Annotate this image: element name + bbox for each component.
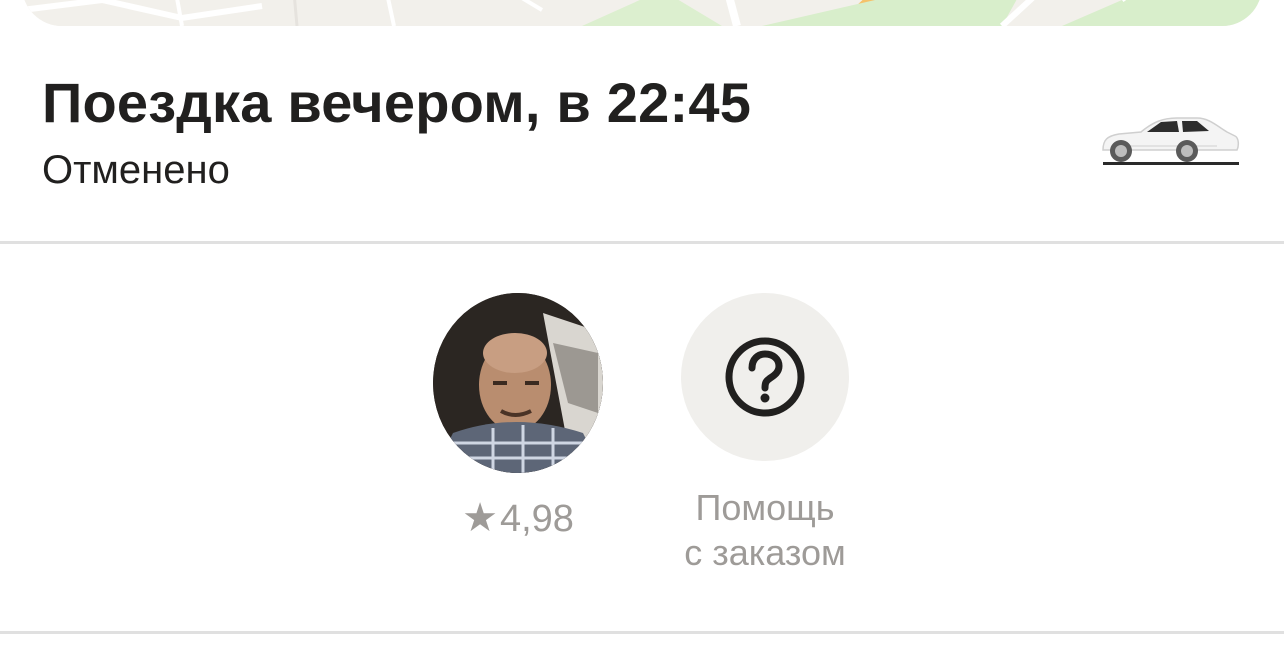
ride-actions: ★4,98 Помощь с заказом <box>0 244 1284 631</box>
route-map[interactable] <box>22 0 1262 26</box>
help-circle[interactable] <box>681 293 849 461</box>
driver-card[interactable]: ★4,98 <box>418 293 618 541</box>
help-label-line1: Помощь <box>695 487 835 528</box>
question-mark-icon <box>725 337 805 417</box>
rating-value: 4,98 <box>499 498 574 540</box>
ride-status: Отменено <box>42 148 230 192</box>
ride-header: Поездка вечером, в 22:45 Отменено <box>42 70 1242 210</box>
ride-title: Поездка вечером, в 22:45 <box>42 71 752 134</box>
driver-rating: ★4,98 <box>418 495 618 541</box>
map-graphic <box>22 0 1262 26</box>
driver-photo <box>433 293 603 473</box>
help-with-order-button[interactable]: Помощь с заказом <box>665 293 865 575</box>
ride-details-screen: Поездка вечером, в 22:45 Отменено ★4,98 … <box>0 0 1284 658</box>
help-label: Помощь с заказом <box>665 485 865 575</box>
divider-bottom <box>0 631 1284 634</box>
car-icon <box>1097 106 1242 168</box>
help-label-line2: с заказом <box>684 532 846 573</box>
driver-avatar[interactable] <box>433 293 603 473</box>
star-icon: ★ <box>462 496 498 540</box>
